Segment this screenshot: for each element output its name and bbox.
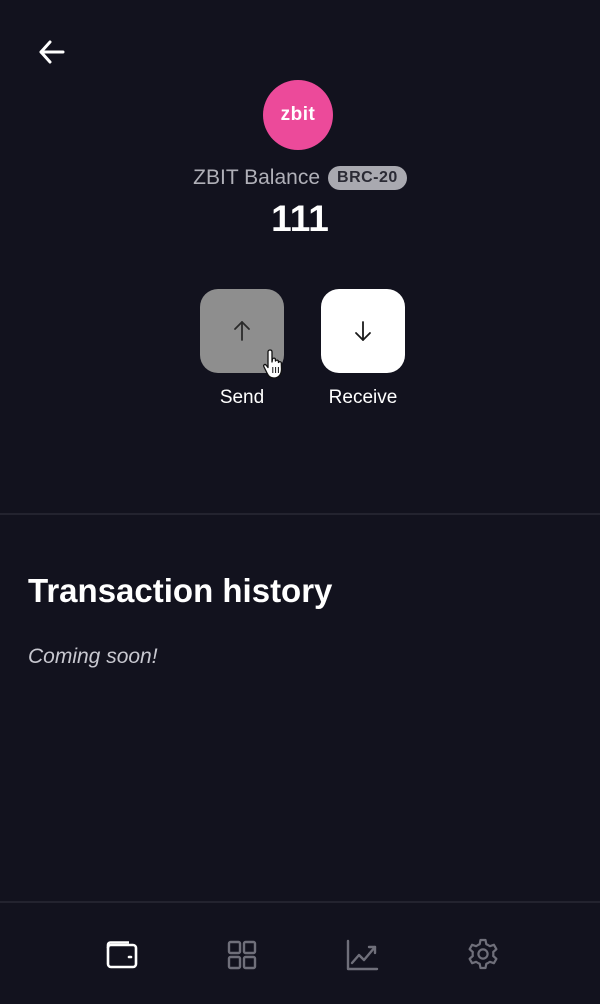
back-button[interactable] — [34, 34, 70, 70]
nav-market[interactable] — [341, 934, 383, 976]
chart-icon — [346, 939, 379, 971]
section-divider — [0, 513, 600, 515]
arrow-left-icon — [39, 40, 65, 64]
receive-action: Receive — [321, 289, 405, 409]
send-label: Send — [219, 387, 265, 408]
balance-amount: 111 — [271, 198, 329, 239]
token-standard-badge: BRC-20 — [328, 166, 407, 190]
hand-pointer-cursor-icon — [263, 349, 283, 379]
balance-header: ZBIT Balance BRC-20 — [0, 164, 600, 192]
nav-apps[interactable] — [221, 934, 263, 976]
arrow-up-icon — [234, 321, 250, 341]
nav-settings[interactable] — [462, 934, 504, 976]
wallet-icon — [106, 941, 138, 969]
receive-label: Receive — [328, 387, 398, 408]
nav-wallet[interactable] — [101, 934, 143, 976]
balance-label: ZBIT Balance — [193, 166, 321, 189]
token-logo: zbit — [263, 80, 333, 150]
transaction-history-empty-message: Coming soon! — [28, 645, 158, 668]
gear-icon — [468, 938, 498, 970]
receive-button[interactable] — [321, 289, 405, 373]
arrow-down-icon — [355, 321, 371, 341]
bottom-nav-divider — [0, 901, 600, 903]
transaction-history-title: Transaction history — [28, 572, 333, 609]
apps-grid-icon — [227, 940, 257, 970]
token-logo-text: zbit — [280, 104, 316, 125]
